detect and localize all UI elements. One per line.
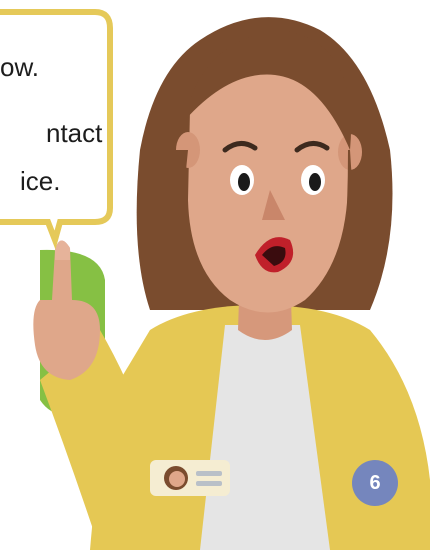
- bubble-line-2: ntact: [46, 118, 103, 148]
- bubble-line-3: ice.: [20, 166, 61, 196]
- step-number-badge: 6: [352, 460, 398, 506]
- illustration: ow. ntact ice. 6: [0, 0, 445, 550]
- name-badge-icon: [150, 460, 230, 496]
- bubble-line-1: ow.: [0, 52, 40, 82]
